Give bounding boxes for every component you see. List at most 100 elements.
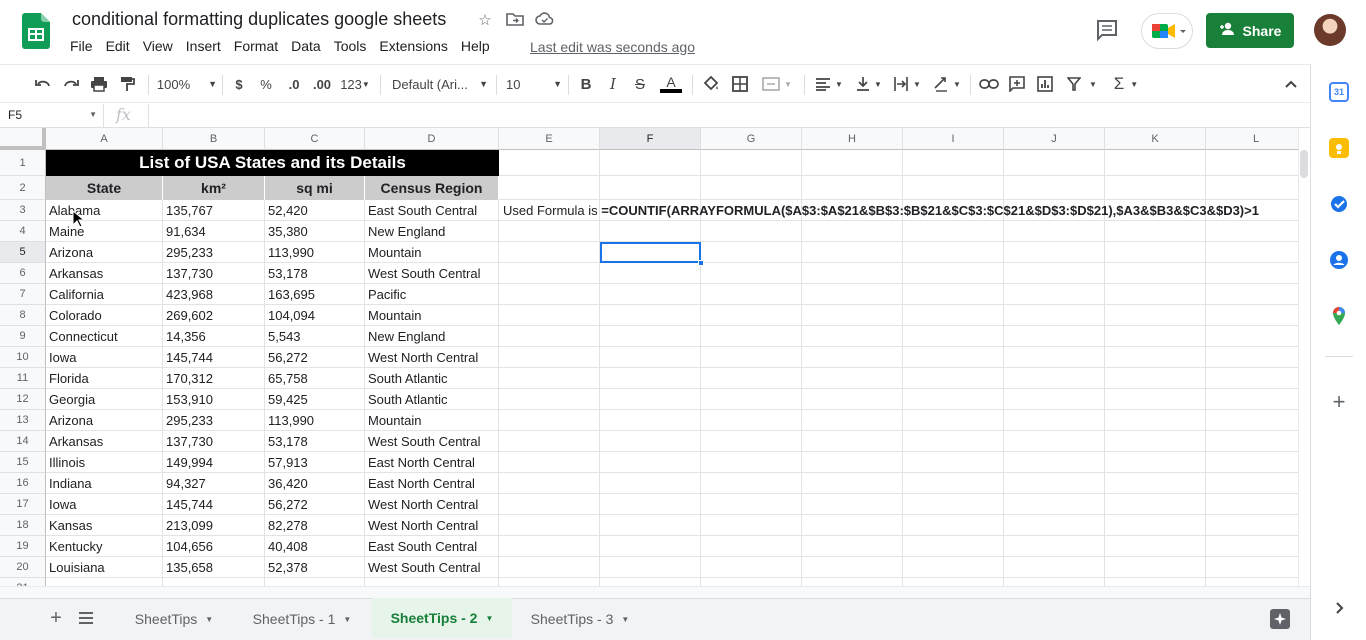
grid-cell[interactable] [499,242,600,263]
header-cell-census-region[interactable]: Census Region [365,176,499,200]
table-cell[interactable]: 53,178 [265,431,365,452]
table-cell[interactable]: Indiana [46,473,163,494]
grid-cell[interactable] [1206,494,1298,515]
grid-cell[interactable] [600,389,701,410]
table-cell[interactable]: Louisiana [46,557,163,578]
grid-cell[interactable] [903,347,1004,368]
grid-cell[interactable] [1206,515,1298,536]
grid-cell[interactable] [802,347,903,368]
grid-cell[interactable] [1105,431,1206,452]
row-header[interactable]: 20 [0,557,46,578]
grid-cell[interactable] [701,347,802,368]
row-header[interactable]: 18 [0,515,46,536]
grid-cell[interactable] [701,326,802,347]
table-cell[interactable]: 40,408 [265,536,365,557]
grid-cell[interactable] [163,578,265,586]
grid-cell[interactable] [1004,515,1105,536]
grid-cell[interactable] [1206,557,1298,578]
grid-cell[interactable] [499,515,600,536]
row-header[interactable]: 8 [0,305,46,326]
selected-cell-f5[interactable] [600,242,701,263]
grid-cell[interactable] [701,263,802,284]
more-formats-button[interactable]: 123 ▼ [339,73,371,95]
menu-file[interactable]: File [70,38,93,58]
grid-cell[interactable] [1206,578,1298,586]
grid-cell[interactable] [701,242,802,263]
grid-cell[interactable] [802,176,903,200]
formula-input[interactable] [152,104,1292,127]
explore-icon[interactable] [1270,609,1290,629]
grid-cell[interactable] [499,578,600,586]
horizontal-scrollbar[interactable] [0,586,1310,598]
text-color-icon[interactable]: A [658,73,684,95]
percent-format-button[interactable]: % [257,73,275,95]
sheet-tab[interactable]: SheetTips - 1 ▼ [238,599,366,639]
grid-cell[interactable] [903,389,1004,410]
column-header[interactable]: H [802,128,903,150]
insert-comment-icon[interactable] [1006,73,1028,95]
fill-color-icon[interactable] [700,73,722,95]
grid-cell[interactable] [903,578,1004,586]
grid-cell[interactable] [701,536,802,557]
grid-cell[interactable] [701,494,802,515]
grid-cell[interactable] [1105,326,1206,347]
grid-cell[interactable] [903,557,1004,578]
row-header[interactable]: 10 [0,347,46,368]
print-icon[interactable] [88,73,110,95]
grid-cell[interactable] [1105,410,1206,431]
redo-icon[interactable] [60,73,82,95]
star-icon[interactable]: ☆ [475,11,495,31]
vertical-scrollbar-thumb[interactable] [1300,150,1308,178]
grid-cell[interactable] [701,176,802,200]
grid-cell[interactable] [701,410,802,431]
table-cell[interactable]: West South Central [365,557,499,578]
horizontal-align-icon[interactable]: ▼ [812,73,846,95]
grid-cell[interactable] [600,494,701,515]
sheet-title-banner[interactable]: List of USA States and its Details [46,150,499,176]
row-header[interactable]: 4 [0,221,46,242]
italic-icon[interactable]: I [603,73,623,95]
comments-icon[interactable] [1094,17,1120,43]
grid-cell[interactable] [1206,536,1298,557]
table-cell[interactable]: Florida [46,368,163,389]
grid-cell[interactable] [1004,494,1105,515]
grid-cell[interactable] [1105,368,1206,389]
table-cell[interactable]: Mountain [365,410,499,431]
grid-cell[interactable] [499,326,600,347]
grid-cell[interactable] [802,389,903,410]
table-cell[interactable]: 145,744 [163,494,265,515]
table-cell[interactable]: Arkansas [46,431,163,452]
column-header[interactable]: D [365,128,499,150]
table-cell[interactable]: South Atlantic [365,389,499,410]
grid-cell[interactable] [903,515,1004,536]
document-title[interactable]: conditional formatting duplicates google… [72,9,446,30]
font-family-select[interactable]: Default (Ari... ▼ [392,73,488,95]
table-cell[interactable]: Iowa [46,494,163,515]
table-cell[interactable]: East South Central [365,200,499,221]
table-cell[interactable]: 137,730 [163,263,265,284]
filter-icon[interactable]: ▼ [1064,73,1100,95]
row-header[interactable]: 16 [0,473,46,494]
row-header[interactable]: 13 [0,410,46,431]
sheet-tab[interactable]: SheetTips ▼ [118,599,230,639]
table-cell[interactable]: 82,278 [265,515,365,536]
insert-link-icon[interactable] [978,73,1000,95]
grid-cell[interactable] [600,557,701,578]
grid-cell[interactable] [903,221,1004,242]
table-cell[interactable]: 170,312 [163,368,265,389]
grid-cell[interactable] [600,305,701,326]
grid-cell[interactable] [1105,242,1206,263]
grid-cell[interactable] [1206,150,1298,176]
grid-cell[interactable] [1105,494,1206,515]
grid-cell[interactable] [903,284,1004,305]
column-header[interactable]: L [1206,128,1298,150]
table-cell[interactable]: Mountain [365,305,499,326]
table-cell[interactable]: 104,656 [163,536,265,557]
grid-cell[interactable] [903,473,1004,494]
grid-cell[interactable] [600,176,701,200]
grid-cell[interactable] [802,578,903,586]
grid-cell[interactable] [1004,557,1105,578]
row-header[interactable]: 14 [0,431,46,452]
menu-help[interactable]: Help [461,38,490,58]
grid-cell[interactable] [903,368,1004,389]
